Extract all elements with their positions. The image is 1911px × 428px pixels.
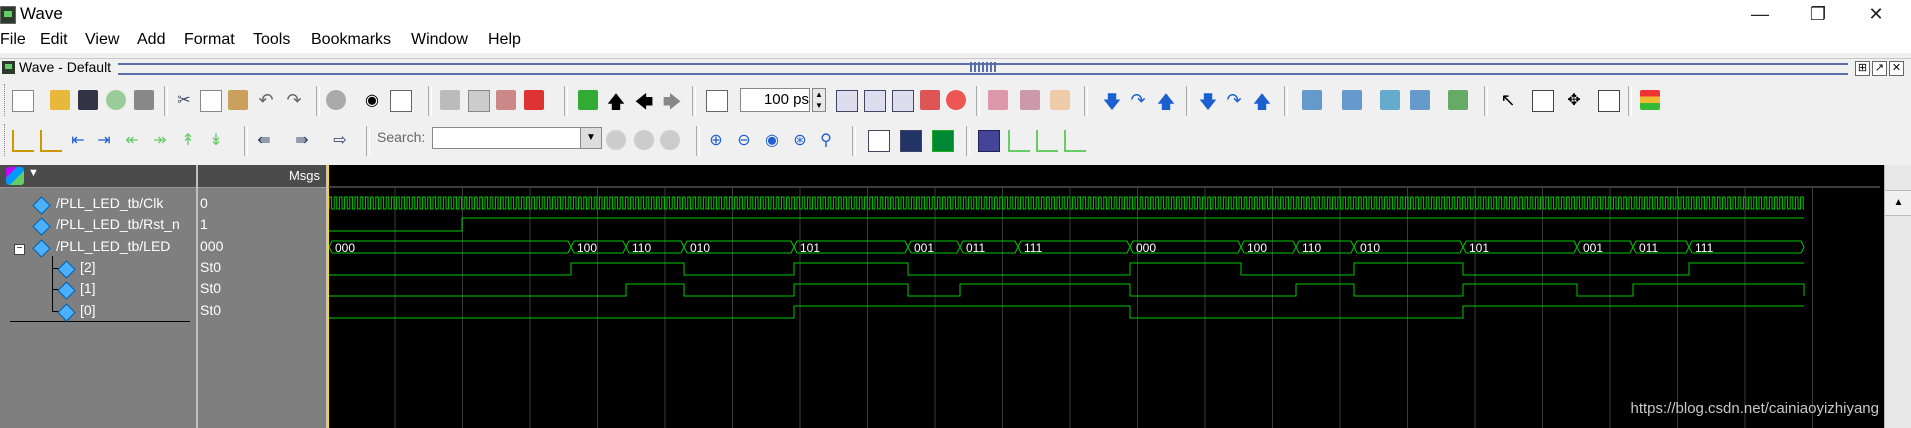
bus-value-label: 110: [632, 241, 651, 255]
rst-waveform: [329, 217, 1804, 232]
bus-value-label: 111: [1024, 241, 1043, 255]
bus-value-label: 100: [1247, 241, 1267, 255]
bus-value-label: 100: [577, 241, 597, 255]
bus-value-label: 111: [1695, 241, 1714, 255]
grid-lines: [394, 188, 1813, 428]
led1-trace: [329, 283, 1805, 297]
led-bus-waveform: 000 100 110 010 101 001 011 111 000 100 110 010 101 0…: [328, 240, 1805, 255]
bus-value-label: 000: [1136, 241, 1156, 255]
bus-value-label: 101: [1469, 241, 1489, 255]
led2-trace: [329, 262, 1804, 276]
led-bit-waveforms: [329, 262, 1805, 319]
bus-value-label: 110: [1302, 241, 1321, 255]
watermark: https://blog.csdn.net/cainiaoyizhiyang: [1630, 400, 1880, 417]
clk-waveform: [328, 196, 1804, 210]
bus-value-label: 001: [1583, 241, 1603, 255]
waveform-svg: 000 100 110 010 101 001 011 111 000 100 110 010 101 0…: [327, 165, 1880, 428]
led0-trace: [329, 305, 1804, 319]
bus-value-label: 010: [1360, 241, 1380, 255]
bus-value-label: 000: [335, 241, 355, 255]
bus-value-label: 010: [690, 241, 710, 255]
clk-trace: [328, 196, 1804, 210]
bus-segment: [328, 240, 572, 254]
bus-value-label: 011: [1639, 241, 1658, 255]
bus-value-label: 101: [800, 241, 820, 255]
bus-value-label: 001: [914, 241, 934, 255]
bus-value-label: 011: [966, 241, 985, 255]
rst-trace: [329, 217, 1804, 232]
